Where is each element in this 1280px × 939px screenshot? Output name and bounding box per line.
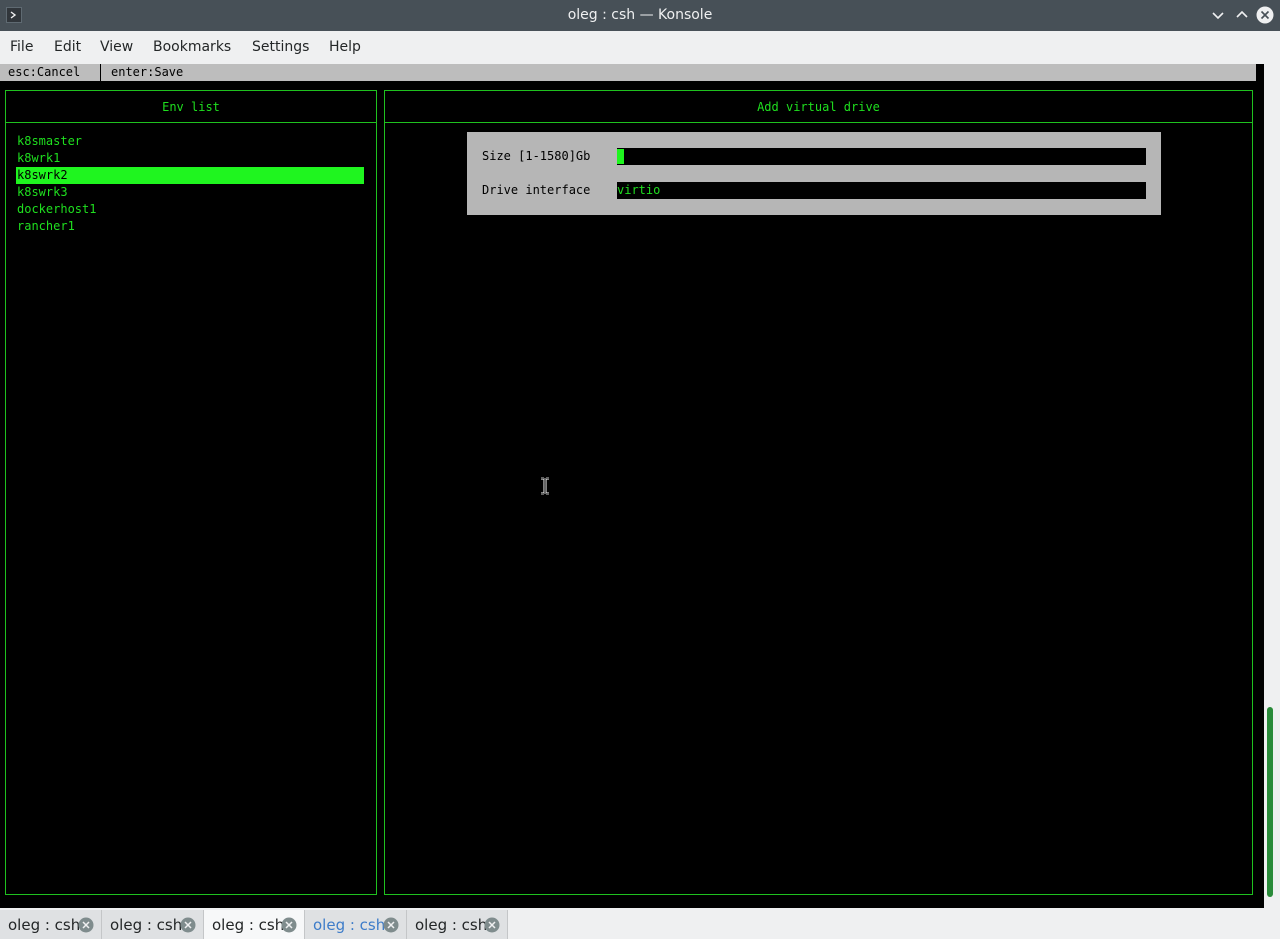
tab-close-icon[interactable] — [383, 917, 399, 933]
menu-file[interactable]: File — [10, 39, 33, 55]
tab-close-icon[interactable] — [281, 917, 297, 933]
tab-session-3-active[interactable]: oleg : csh — [204, 910, 305, 939]
add-drive-panel: Add virtual drive Size [1-1580]Gb Drive … — [384, 90, 1253, 895]
tab-label: oleg : csh — [313, 916, 386, 934]
env-item-dockerhost1[interactable]: dockerhost1 — [16, 201, 364, 218]
chevron-down-icon — [1212, 12, 1224, 20]
drive-interface-value: virtio — [617, 183, 661, 197]
drive-interface-input[interactable]: virtio — [617, 182, 1146, 199]
session-tab-bar: oleg : csh oleg : csh oleg : csh oleg : … — [0, 908, 1280, 939]
key-hint-divider — [100, 64, 101, 81]
add-drive-form: Size [1-1580]Gb Drive interface virtio — [467, 132, 1161, 215]
menu-bookmarks[interactable]: Bookmarks — [153, 39, 231, 55]
close-window-button[interactable] — [1256, 6, 1274, 24]
drive-interface-label: Drive interface — [482, 183, 591, 197]
env-item-rancher1[interactable]: rancher1 — [16, 218, 364, 235]
tab-label: oleg : csh — [110, 916, 183, 934]
tab-session-2[interactable]: oleg : csh — [102, 910, 204, 939]
tab-close-icon[interactable] — [78, 917, 94, 933]
close-icon — [1256, 6, 1274, 24]
scrollbar-thumb[interactable] — [1267, 707, 1273, 897]
window-titlebar: oleg : csh — Konsole — [0, 0, 1280, 31]
size-label: Size [1-1580]Gb — [482, 149, 591, 163]
tab-label: oleg : csh — [212, 916, 285, 934]
add-drive-title: Add virtual drive — [385, 91, 1252, 123]
env-list-panel: Env list k8smaster k8wrk1 k8swrk2 k8swrk… — [5, 90, 377, 895]
env-item-k8swrk2-selected[interactable]: k8swrk2 — [16, 167, 364, 184]
tab-session-1[interactable]: oleg : csh — [0, 910, 102, 939]
menu-bar: File Edit View Bookmarks Settings Help — [0, 31, 1280, 64]
tab-close-icon[interactable] — [180, 917, 196, 933]
env-list-title: Env list — [6, 91, 376, 123]
key-hint-bar: esc:Cancel enter:Save — [0, 64, 1256, 81]
env-item-k8smaster[interactable]: k8smaster — [16, 133, 364, 150]
menu-edit[interactable]: Edit — [54, 39, 81, 55]
text-cursor — [617, 149, 624, 164]
terminal-view[interactable]: esc:Cancel enter:Save Env list k8smaster… — [0, 64, 1264, 908]
tab-close-icon[interactable] — [484, 917, 500, 933]
chevron-up-icon — [1236, 10, 1248, 18]
cancel-key-hint[interactable]: esc:Cancel — [8, 64, 80, 81]
menu-view[interactable]: View — [100, 39, 133, 55]
env-item-k8swrk3[interactable]: k8swrk3 — [16, 184, 364, 201]
menu-settings[interactable]: Settings — [252, 39, 309, 55]
save-key-hint[interactable]: enter:Save — [111, 64, 183, 81]
tab-label: oleg : csh — [8, 916, 81, 934]
ibeam-cursor-icon — [541, 477, 549, 495]
minimize-button[interactable] — [1209, 6, 1227, 24]
tab-label: oleg : csh — [415, 916, 488, 934]
maximize-button[interactable] — [1233, 6, 1251, 24]
window-title: oleg : csh — Konsole — [567, 7, 713, 23]
tab-session-5[interactable]: oleg : csh — [407, 910, 508, 939]
size-input[interactable] — [617, 148, 1146, 165]
env-item-k8wrk1[interactable]: k8wrk1 — [16, 150, 364, 167]
env-list: k8smaster k8wrk1 k8swrk2 k8swrk3 dockerh… — [16, 133, 364, 235]
tab-session-4[interactable]: oleg : csh — [305, 910, 407, 939]
menu-help[interactable]: Help — [329, 39, 361, 55]
